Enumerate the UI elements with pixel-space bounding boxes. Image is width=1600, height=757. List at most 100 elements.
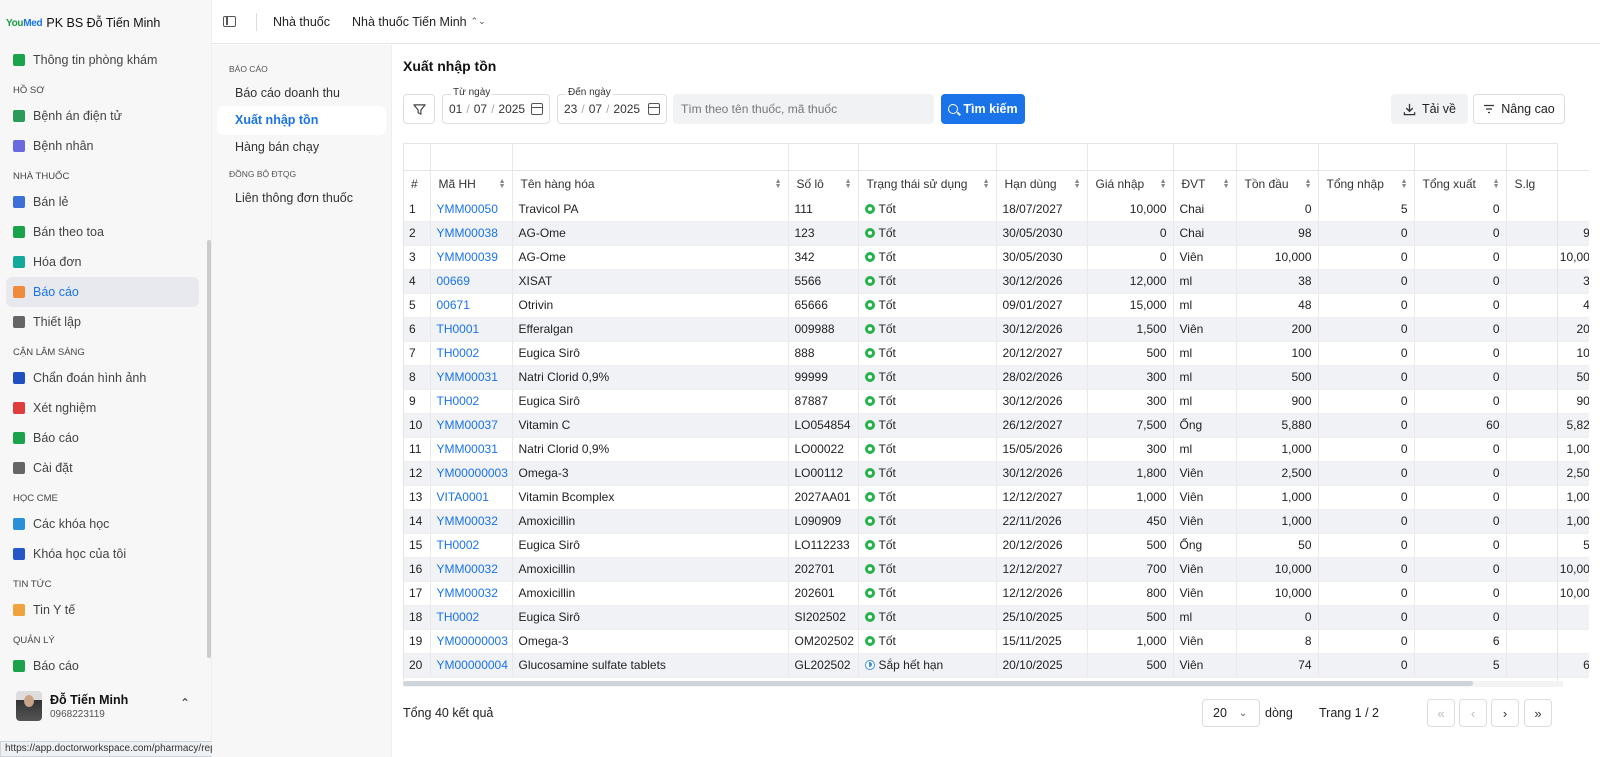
- first-page-button[interactable]: «: [1427, 699, 1455, 727]
- store-select[interactable]: Nhà thuốc Tiến Minh ⌃⌄: [352, 15, 486, 29]
- table-cell[interactable]: TH0001: [430, 317, 513, 342]
- column-header[interactable]: Tổng nhập ▲ ▼: [1318, 170, 1415, 197]
- table-cell[interactable]: YMM00031: [430, 365, 513, 390]
- from-day[interactable]: 01: [449, 102, 462, 116]
- table-row[interactable]: 14 YMM00032 Amoxicillin L090909 Tốt 22/11/202…: [403, 509, 1589, 534]
- table-row[interactable]: 3 YMM00039 AG-Ome 342 Tốt 30/05/2030 0 Viên 10,0…: [403, 245, 1589, 270]
- table-row[interactable]: 2 YMM00038 AG-Ome 123 Tốt 30/05/2030 0 Chai 98 0 0…: [403, 221, 1589, 246]
- table-row[interactable]: 8 YMM00031 Natri Clorid 0,9% 99999 Tốt 28/02/…: [403, 365, 1589, 390]
- column-header[interactable]: ĐVT ▲ ▼: [1173, 170, 1237, 197]
- sort-icon[interactable]: ▲ ▼: [499, 178, 506, 190]
- search-input[interactable]: [673, 94, 934, 124]
- table-row[interactable]: 13 VITA0001 Vitamin Bcomplex 2027AA01 Tốt 12/…: [403, 485, 1589, 510]
- sort-icon[interactable]: ▲ ▼: [1305, 178, 1312, 190]
- table-cell[interactable]: YMM00031: [430, 437, 513, 462]
- calendar-icon[interactable]: [648, 103, 660, 115]
- sidebar-item-lab-report[interactable]: Báo cáo: [6, 423, 199, 453]
- scrollbar-thumb[interactable]: [403, 681, 1473, 686]
- table-row[interactable]: 7 TH0002 Eugica Sirô 888 Tốt 20/12/2027 500 ml 1…: [403, 341, 1589, 366]
- last-page-button[interactable]: »: [1524, 699, 1552, 727]
- table-row[interactable]: 16 YMM00032 Amoxicillin 202701 Tốt 12/12/2027…: [403, 557, 1589, 582]
- sidebar-item-clinic-info[interactable]: Thông tin phòng khám: [6, 45, 199, 75]
- column-header[interactable]: Mã HH ▲ ▼: [430, 170, 513, 197]
- table-cell[interactable]: TH0002: [430, 533, 513, 558]
- table-cell[interactable]: TH0002: [430, 605, 513, 630]
- table-cell[interactable]: YMM00032: [430, 509, 513, 534]
- sort-icon[interactable]: ▲ ▼: [1401, 178, 1408, 190]
- breadcrumb-pharmacy[interactable]: Nhà thuốc: [273, 15, 330, 29]
- sidebar-item-pharmacy-report[interactable]: Báo cáo: [6, 277, 199, 307]
- table-cell[interactable]: YMM00037: [430, 413, 513, 438]
- sidebar-item-pharmacy-settings[interactable]: Thiết lập: [6, 307, 199, 337]
- table-row[interactable]: 4 00669 XISAT 5566 Tốt 30/12/2026 12,000 ml 38 0 0…: [403, 269, 1589, 294]
- sidebar-scrollbar[interactable]: [207, 240, 211, 658]
- table-cell[interactable]: YM00000003: [430, 629, 513, 654]
- subnav-item-prescription-link[interactable]: Liên thông đơn thuốc: [218, 185, 385, 212]
- column-header[interactable]: Số lô ▲ ▼: [788, 170, 859, 197]
- prev-page-button[interactable]: ‹: [1459, 699, 1487, 727]
- to-date-picker[interactable]: Đến ngày 23 / 07 / 2025: [557, 87, 667, 124]
- sort-icon[interactable]: ▲ ▼: [1074, 178, 1081, 190]
- table-row[interactable]: 5 00671 Otrivin 65666 Tốt 09/01/2027 15,000 ml 4…: [403, 293, 1589, 318]
- table-row[interactable]: 11 YMM00031 Natri Clorid 0,9% LO00022 Tốt 15/…: [403, 437, 1589, 462]
- table-cell[interactable]: YMM00050: [430, 197, 513, 222]
- column-header[interactable]: S.lg▲▼: [1506, 170, 1589, 197]
- sidebar-toggle-icon[interactable]: [223, 16, 236, 27]
- table-row[interactable]: 19 YM00000003 Omega-3 OM202502 Tốt 15/11/2025…: [403, 629, 1589, 654]
- search-button[interactable]: Tìm kiếm: [941, 94, 1025, 124]
- sidebar-item-lab-settings[interactable]: Cài đặt: [6, 453, 199, 483]
- table-cell[interactable]: YMM00032: [430, 557, 513, 582]
- table-row[interactable]: 10 YMM00037 Vitamin C LO054854 Tốt 26/12/2027…: [403, 413, 1589, 438]
- column-header[interactable]: Tồn đầu ▲ ▼: [1236, 170, 1319, 197]
- table-row[interactable]: 18 TH0002 Eugica Sirô SI202502 Tốt 25/10/2025…: [403, 605, 1589, 630]
- sidebar-item-prescription-sale[interactable]: Bán theo toa: [6, 217, 199, 247]
- table-row[interactable]: 17 YMM00032 Amoxicillin 202601 Tốt 12/12/2026…: [403, 581, 1589, 606]
- column-header[interactable]: Trạng thái sử dụng ▲ ▼: [858, 170, 997, 197]
- advanced-button[interactable]: Nâng cao: [1473, 94, 1565, 124]
- from-month[interactable]: 07: [474, 102, 487, 116]
- sort-icon[interactable]: ▲ ▼: [1493, 178, 1500, 190]
- subnav-item-top-sold[interactable]: Hàng bán chạy: [218, 134, 385, 161]
- user-menu[interactable]: Đỗ Tiến Minh 0968223119 ⌃: [0, 684, 208, 728]
- table-cell[interactable]: VITA0001: [430, 485, 513, 510]
- column-header[interactable]: Tổng xuất ▲ ▼: [1414, 170, 1507, 197]
- sort-icon[interactable]: ▲ ▼: [1223, 178, 1230, 190]
- to-year[interactable]: 2025: [613, 102, 640, 116]
- table-row[interactable]: 15 TH0002 Eugica Sirô LO112233 Tốt 20/12/2026…: [403, 533, 1589, 558]
- table-horizontal-scrollbar[interactable]: [403, 681, 1563, 687]
- sort-icon[interactable]: ▲ ▼: [775, 178, 782, 190]
- table-cell[interactable]: YMM00038: [430, 221, 513, 246]
- brand[interactable]: YouMed PK BS Đỗ Tiến Minh: [6, 16, 160, 30]
- column-header[interactable]: Giá nhập ▲ ▼: [1087, 170, 1174, 197]
- to-month[interactable]: 07: [589, 102, 602, 116]
- subnav-item-inventory[interactable]: Xuất nhập tồn: [218, 107, 385, 134]
- page-size-select[interactable]: 20 ⌄: [1202, 699, 1260, 727]
- sidebar-item-retail[interactable]: Bán lẻ: [6, 187, 199, 217]
- sort-icon[interactable]: ▲ ▼: [983, 178, 990, 190]
- table-row[interactable]: 20 YM00000004 Glucosamine sulfate tablets G…: [403, 653, 1589, 678]
- chevron-up-down-icon[interactable]: ⌃: [180, 696, 190, 710]
- table-cell[interactable]: YM00000004: [430, 653, 513, 678]
- sidebar-item-patients[interactable]: Bệnh nhân: [6, 131, 199, 161]
- download-button[interactable]: Tải về: [1391, 94, 1468, 124]
- column-header[interactable]: Tên hàng hóa ▲ ▼: [512, 170, 789, 197]
- sort-icon[interactable]: ▲ ▼: [1160, 178, 1167, 190]
- sidebar-item-imaging[interactable]: Chẩn đoán hình ảnh: [6, 363, 199, 393]
- table-cell[interactable]: TH0002: [430, 389, 513, 414]
- column-header[interactable]: Hạn dùng ▲ ▼: [996, 170, 1088, 197]
- subnav-item-revenue-report[interactable]: Báo cáo doanh thu: [218, 80, 385, 107]
- sidebar-item-management-report[interactable]: Báo cáo: [6, 651, 199, 681]
- to-day[interactable]: 23: [564, 102, 577, 116]
- sidebar-item-invoices[interactable]: Hóa đơn: [6, 247, 199, 277]
- table-row[interactable]: 6 TH0001 Efferalgan 009988 Tốt 30/12/2026 1,50…: [403, 317, 1589, 342]
- from-date-picker[interactable]: Từ ngày 01 / 07 / 2025: [442, 87, 550, 124]
- sidebar-item-my-courses[interactable]: Khóa học của tôi: [6, 539, 199, 569]
- table-cell[interactable]: YM00000003: [430, 461, 513, 486]
- table-cell[interactable]: TH0002: [430, 341, 513, 366]
- sidebar-item-health-news[interactable]: Tin Y tế: [6, 595, 199, 625]
- calendar-icon[interactable]: [531, 103, 543, 115]
- table-cell[interactable]: 00669: [430, 269, 513, 294]
- table-cell[interactable]: YMM00032: [430, 581, 513, 606]
- next-page-button[interactable]: ›: [1491, 699, 1519, 727]
- table-row[interactable]: 12 YM00000003 Omega-3 LO00112 Tốt 30/12/2026 1…: [403, 461, 1589, 486]
